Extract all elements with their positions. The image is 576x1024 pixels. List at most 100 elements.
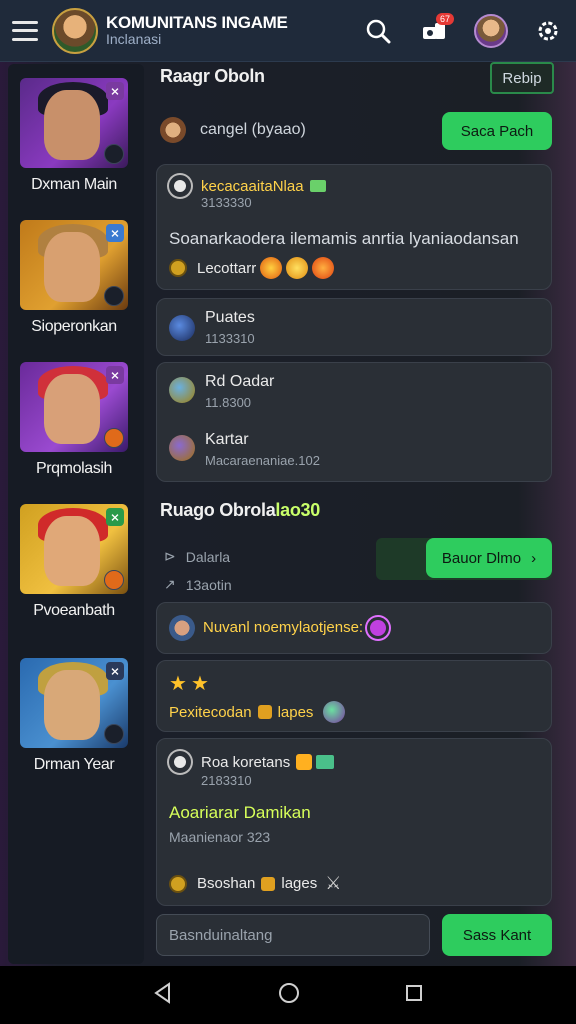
fire-icon: [312, 257, 335, 279]
close-icon[interactable]: ⨯: [106, 366, 124, 384]
search-submit-button[interactable]: Saca Pach: [442, 112, 552, 150]
star-icon: [286, 257, 309, 279]
hero-name: Prqmolasih: [35, 460, 113, 477]
hero-item[interactable]: ⨯ Drman Year: [20, 658, 128, 774]
send-button[interactable]: Sass Kant: [442, 914, 552, 956]
power-icon: [367, 617, 389, 639]
message-input[interactable]: [169, 926, 417, 944]
message-row: Pexitecodan lapes: [169, 701, 346, 723]
system-nav-bar: [0, 966, 576, 1024]
badge-icon: [316, 755, 335, 769]
rating-row: ★ ★: [169, 671, 209, 696]
post-card[interactable]: kecacaaitaNlaa 3133330 Soanarkaodera ile…: [156, 164, 552, 290]
app-title: KOMUNITANS INGAME: [106, 13, 288, 33]
user-avatar-icon: [160, 117, 186, 143]
search-text: cangel (byaao): [200, 121, 306, 138]
coin-icon: [169, 259, 187, 277]
stat-row: ⊳ Dalarla: [164, 548, 230, 565]
card-header: Roa koretans: [169, 751, 335, 773]
fire-icon: [296, 754, 313, 770]
list-card[interactable]: Puates 1133310: [156, 298, 552, 356]
app-root: KOMUNITANS INGAME Inclanasi 67 ⨯ Dxman M…: [0, 0, 576, 1024]
card-header-text: kecacaaitaNlaa: [201, 177, 304, 195]
post-card[interactable]: Roa koretans 2183310 Aoariarar Damikan M…: [156, 738, 552, 906]
list-card[interactable]: Rd Oadar 11.8300 Kartar Macaraenaniae.10…: [156, 362, 552, 482]
trophy-icon: [169, 175, 191, 197]
list-card-sub: 1133310: [205, 331, 255, 346]
card-body: Soanarkaodera ilemamis anrtia lyaniaodan…: [169, 229, 519, 248]
shield-icon: [323, 701, 346, 723]
app-subtitle: Inclanasi: [106, 31, 162, 48]
hero-portrait: ⨯: [20, 504, 128, 594]
search-icon[interactable]: [362, 15, 394, 47]
message-input-wrap: [156, 914, 430, 956]
close-icon[interactable]: ⨯: [106, 662, 124, 680]
notification-badge: 67: [435, 12, 454, 25]
settings-gear-icon[interactable]: [532, 15, 564, 47]
hero-sidebar: ⨯ Dxman Main ⨯ Sioperonkan ⨯ Prqmolasih: [8, 64, 144, 964]
badge-icon: [309, 180, 326, 192]
card-footer-tag: lages: [281, 875, 318, 892]
back-icon[interactable]: [152, 981, 174, 1009]
card-id: 2183310: [201, 773, 252, 788]
star-icon: ★: [169, 673, 187, 695]
card-footer: Bsoshan lages ⚔: [169, 873, 341, 894]
section-title-accent: lao30: [275, 500, 320, 520]
message-card[interactable]: Nuvanl noemylaotjense:: [156, 602, 552, 654]
notification-icon[interactable]: 67: [418, 12, 454, 47]
section-title: Ruago Obrolalao30: [160, 500, 320, 521]
status-dot: [104, 428, 124, 448]
message-card[interactable]: ★ ★ Pexitecodan lapes: [156, 660, 552, 732]
brand: KOMUNITANS INGAME Inclanasi: [106, 14, 288, 47]
section-title: Raagr Oboln: [160, 66, 265, 86]
message-text: Nuvanl noemylaotjense:: [203, 619, 364, 636]
section-title-main: Ruago Obrola: [160, 500, 276, 520]
card-id: 3133330: [201, 195, 252, 210]
hero-item[interactable]: ⨯ Prqmolasih: [20, 362, 128, 478]
status-dot: [104, 570, 124, 590]
orb-icon: [169, 435, 195, 461]
user-avatar-icon: [169, 615, 195, 641]
star-icon: ★: [190, 673, 209, 695]
status-dot: [104, 286, 124, 306]
hero-portrait: ⨯: [20, 78, 128, 168]
message-text: Pexitecodan: [169, 703, 252, 721]
sword-icon: ⚔: [325, 873, 342, 893]
close-icon[interactable]: ⨯: [106, 508, 124, 526]
profile-avatar[interactable]: [474, 13, 508, 48]
card-footer-text: Lecottarr: [197, 259, 257, 277]
hero-item[interactable]: ⨯ Sioperonkan: [20, 220, 128, 336]
list-item-sub: 11.8300: [205, 395, 252, 410]
cta-label: Bauor Dlmo: [441, 549, 522, 567]
card-sub: Maanienaor 323: [169, 829, 271, 845]
menu-icon[interactable]: [12, 20, 38, 41]
arrow-icon: ⊳: [164, 548, 176, 564]
tag-icon: [257, 705, 272, 719]
card-header: kecacaaitaNlaa: [169, 175, 326, 197]
close-icon[interactable]: ⨯: [106, 224, 124, 242]
chevron-right-icon: ›: [531, 549, 537, 567]
status-dot: [104, 724, 124, 744]
hero-portrait: ⨯: [20, 362, 128, 452]
section-cta-button[interactable]: Bauor Dlmo ›: [426, 538, 552, 578]
orb-icon: [169, 315, 195, 341]
top-bar: KOMUNITANS INGAME Inclanasi 67: [0, 0, 576, 62]
card-footer-text: Bsoshan: [197, 875, 256, 892]
card-footer: Lecottarr: [169, 257, 335, 279]
close-icon[interactable]: ⨯: [106, 82, 124, 100]
hero-portrait: ⨯: [20, 220, 128, 310]
section-action-button[interactable]: Rebip: [490, 62, 554, 94]
list-card-title: Puates: [205, 309, 255, 326]
trend-icon: ↗: [164, 576, 176, 592]
recents-icon[interactable]: [404, 983, 424, 1008]
hero-name: Drman Year: [33, 756, 115, 773]
hero-portrait: ⨯: [20, 658, 128, 748]
stat-text: 13aotin: [185, 576, 232, 593]
hero-name: Dxman Main: [31, 176, 117, 193]
home-icon[interactable]: [277, 981, 301, 1010]
trophy-icon: [169, 751, 191, 773]
top-bar-actions: 67: [362, 12, 564, 48]
card-title: Aoariarar Damikan: [169, 803, 311, 822]
hero-item[interactable]: ⨯ Pvoeanbath: [20, 504, 128, 620]
hero-item[interactable]: ⨯ Dxman Main: [20, 78, 128, 194]
